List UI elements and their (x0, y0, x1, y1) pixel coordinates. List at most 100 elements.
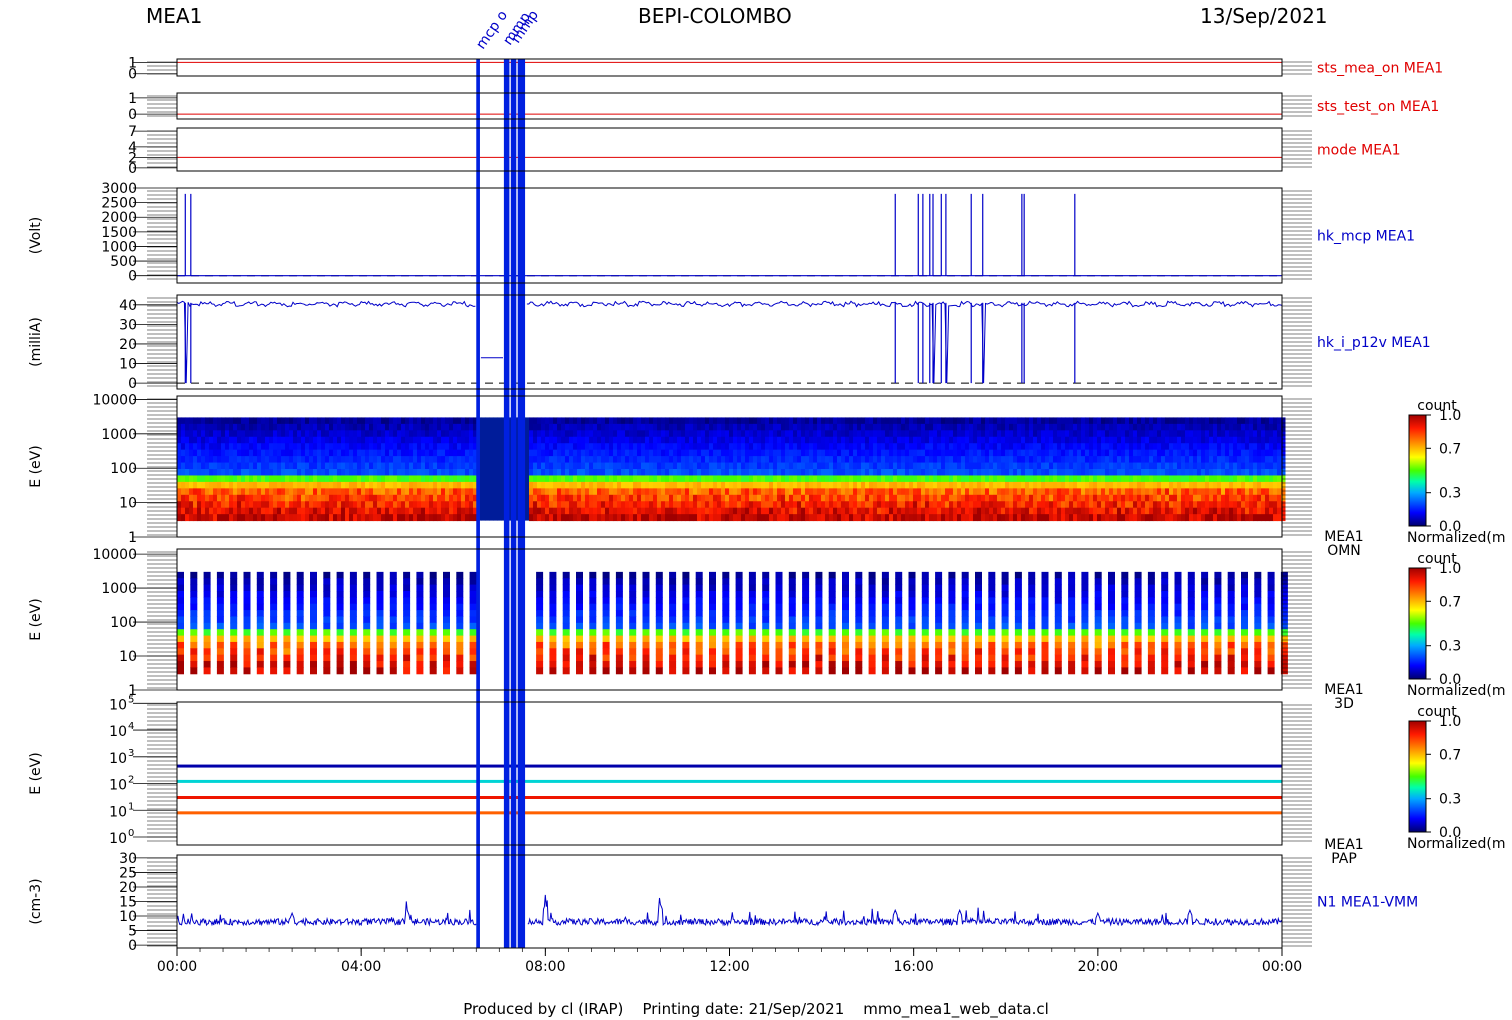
spectrogram-cell (861, 469, 866, 476)
spectrogram-cell (1205, 443, 1210, 451)
spectrogram-cell (373, 469, 378, 476)
spectrogram-cell (285, 494, 290, 502)
spectrogram-cell (325, 462, 330, 470)
spectrogram-cell (737, 481, 742, 489)
spectrogram-cell (256, 590, 264, 598)
spectrogram-cell (788, 571, 796, 579)
spectrogram-cell (1181, 469, 1186, 476)
spectrogram-cell (909, 436, 914, 444)
spectrogram-cell (256, 603, 264, 611)
spectrogram-cell (981, 514, 986, 522)
spectrogram-cell (845, 469, 850, 476)
spectrogram-cell (785, 494, 790, 502)
spectrogram-cell (1089, 462, 1094, 470)
spectrogram-cell (865, 430, 870, 438)
spectrogram-cell (1261, 436, 1266, 444)
spectrogram-cell (1133, 481, 1138, 489)
spectrogram-cell (1273, 494, 1278, 502)
spectrogram-cell (802, 610, 810, 617)
spectrogram-cell (641, 514, 646, 522)
spectrogram-cell (913, 456, 918, 464)
spectrogram-cell (597, 488, 602, 496)
spectrogram-cell (1181, 494, 1186, 502)
spectrogram-cell (549, 635, 557, 643)
spectrogram-cell (993, 488, 998, 496)
spectrogram-cell (385, 488, 390, 496)
spectrogram-cell (1229, 469, 1234, 476)
spectrogram-cell (289, 469, 294, 476)
spectrogram-cell (1069, 494, 1074, 502)
spectrogram-cell (1273, 481, 1278, 489)
spectrogram-cell (257, 475, 262, 483)
spectrogram-cell (361, 488, 366, 496)
spectrogram-cell (815, 667, 823, 675)
spectrogram-cell (345, 488, 350, 496)
spectrogram-cell (765, 514, 770, 522)
spectrogram-cell (1017, 507, 1022, 515)
spectrogram-cell (717, 449, 722, 457)
spectrogram-cell (901, 456, 906, 464)
spectrogram-cell (685, 449, 690, 457)
spectrogram-cell (613, 469, 618, 476)
spectrogram-cell (781, 436, 786, 444)
spectrogram-cell (1249, 456, 1254, 464)
spectrogram-cell (681, 469, 686, 476)
spectrogram-cell (802, 654, 810, 662)
spectrogram-cell (203, 603, 211, 611)
spectrogram-cell (269, 475, 274, 483)
spectrogram-cell (309, 507, 314, 515)
spectrogram-cell (637, 514, 642, 522)
spectrogram-cell (885, 430, 890, 438)
spectrogram-cell (1053, 417, 1058, 425)
spectrogram-cell (337, 443, 342, 451)
spectrogram-cell (197, 423, 202, 431)
spectrogram-cell (413, 494, 418, 502)
spectrogram-cell (853, 501, 858, 509)
spectrogram-cell (273, 417, 278, 425)
spectrogram-cell (269, 481, 274, 489)
spectrogram-cell (777, 507, 782, 515)
spectrogram-cell (909, 462, 914, 470)
spectrogram-cell (993, 475, 998, 483)
spectrogram-cell (417, 462, 422, 470)
spectrogram-cell (461, 501, 466, 509)
spectrogram-cell (561, 417, 566, 425)
spectrogram-cell (277, 430, 282, 438)
spectrogram-cell (889, 430, 894, 438)
spectrogram-cell (1269, 423, 1274, 431)
spectrogram-cell (973, 494, 978, 502)
spectrogram-cell (833, 449, 838, 457)
spectrogram-cell (325, 436, 330, 444)
spectrogram-cell (416, 661, 424, 668)
spectrogram-cell (576, 584, 583, 592)
spectrogram-cell (1017, 443, 1022, 451)
spectrogram-cell (965, 469, 970, 476)
spectrogram-cell (533, 494, 538, 502)
spectrogram-cell (925, 507, 930, 515)
spectrogram-cell (401, 501, 406, 509)
spectrogram-cell (1101, 488, 1106, 496)
spectrogram-cell (1129, 456, 1134, 464)
spectrogram-cell (637, 501, 642, 509)
spectrogram-cell (301, 423, 306, 431)
spectrogram-cell (277, 436, 282, 444)
spectrogram-cell (357, 417, 362, 425)
spectrogram-cell (429, 622, 437, 630)
spectrogram-cell (317, 436, 322, 444)
spectrogram-cell (225, 507, 230, 515)
spectrogram-cell (409, 449, 414, 457)
spectrogram-cell (1177, 423, 1182, 431)
spectrogram-cell (541, 443, 546, 451)
spectrogram-cell (429, 507, 434, 515)
spectrogram-cell (1261, 456, 1266, 464)
spectrogram-cell (296, 641, 304, 649)
spectrogram-cell (190, 590, 198, 598)
spectrogram-cell (861, 430, 866, 438)
spectrogram-cell (777, 469, 782, 476)
spectrogram-cell (205, 456, 210, 464)
spectrogram-cell (673, 423, 678, 431)
spectrogram-cell (216, 667, 224, 675)
spectrogram-cell (789, 423, 794, 431)
spectrogram-cell (1029, 462, 1034, 470)
spectrogram-cell (701, 514, 706, 522)
